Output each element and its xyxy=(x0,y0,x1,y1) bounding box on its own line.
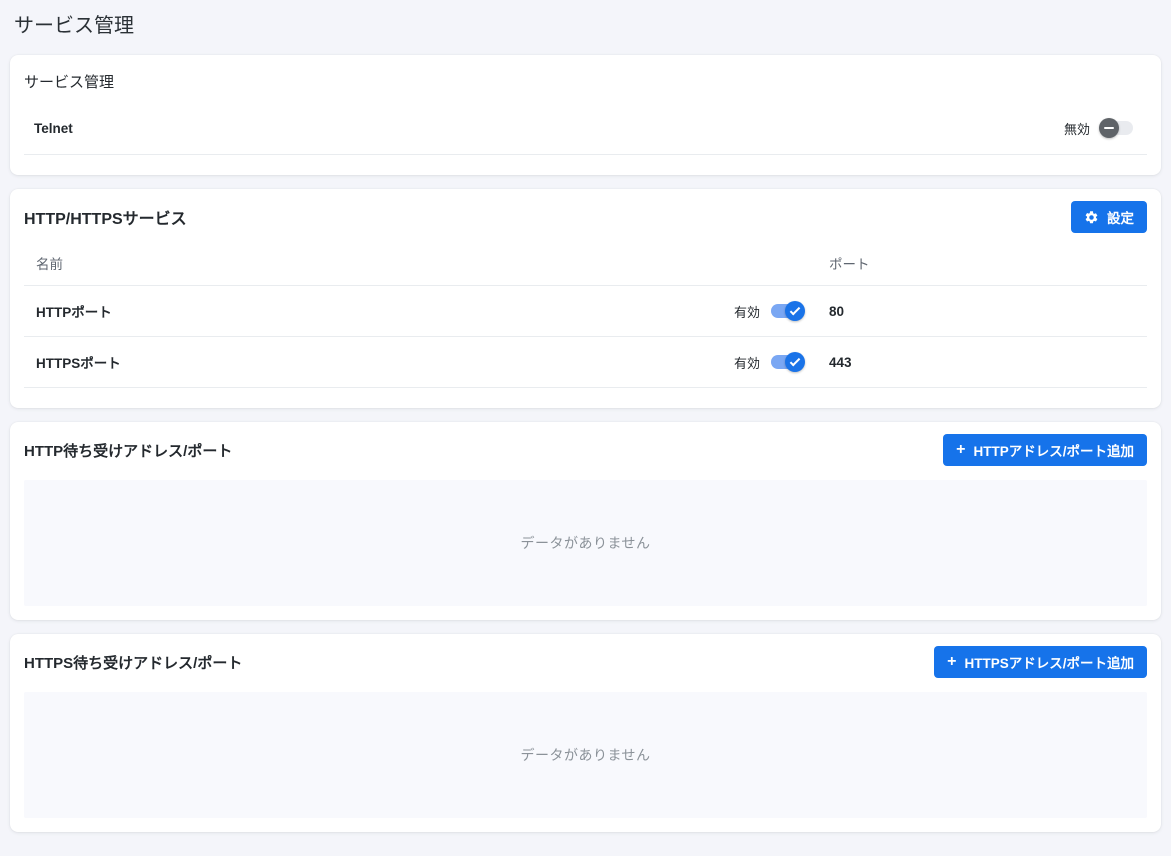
add-https-button-label: HTTPSアドレス/ポート追加 xyxy=(964,652,1134,672)
row-name-http: HTTPポート xyxy=(24,286,677,337)
http-listen-card: HTTP待ち受けアドレス/ポート + HTTPアドレス/ポート追加 データがあり… xyxy=(10,422,1161,620)
settings-button[interactable]: 設定 xyxy=(1071,201,1147,233)
https-toggle-group: 有効 xyxy=(689,352,805,372)
http-port-toggle[interactable] xyxy=(769,301,805,321)
toggle-knob xyxy=(785,352,805,372)
table-row-http-port: HTTPポート 有効 80 xyxy=(24,286,1147,337)
http-listen-title: HTTP待ち受けアドレス/ポート xyxy=(24,440,232,461)
service-card-title: サービス管理 xyxy=(24,69,1147,102)
service-name-telnet: Telnet xyxy=(34,121,73,136)
https-listen-card: HTTPS待ち受けアドレス/ポート + HTTPSアドレス/ポート追加 データが… xyxy=(10,634,1161,832)
http-https-service-header: HTTP/HTTPSサービス 設定 xyxy=(10,201,1161,233)
column-header-port: ポート xyxy=(817,243,1147,286)
toggle-knob xyxy=(785,301,805,321)
minus-icon xyxy=(1104,127,1114,129)
http-toggle-group: 有効 xyxy=(689,301,805,321)
service-management-page: サービス管理 サービス管理 Telnet 無効 HTTP/HTTPSサービス xyxy=(0,0,1171,856)
http-listen-empty-text: データがありません xyxy=(520,533,650,553)
https-listen-header: HTTPS待ち受けアドレス/ポート + HTTPSアドレス/ポート追加 xyxy=(24,646,1147,678)
check-icon xyxy=(790,304,801,315)
http-state-label: 有効 xyxy=(734,302,760,321)
table-header-row: 名前 ポート xyxy=(24,243,1147,286)
https-listen-empty-state: データがありません xyxy=(24,692,1147,818)
service-row-telnet: Telnet 無効 xyxy=(24,102,1147,155)
add-https-address-port-button[interactable]: + HTTPSアドレス/ポート追加 xyxy=(934,646,1147,678)
add-http-address-port-button[interactable]: + HTTPアドレス/ポート追加 xyxy=(943,434,1147,466)
check-icon xyxy=(790,355,801,366)
plus-icon: + xyxy=(956,442,965,458)
https-listen-empty-text: データがありません xyxy=(520,745,650,765)
row-port-https: 443 xyxy=(817,337,1147,388)
https-port-toggle[interactable] xyxy=(769,352,805,372)
page-title: サービス管理 xyxy=(14,12,1161,40)
table-row-https-port: HTTPSポート 有効 443 xyxy=(24,337,1147,388)
telnet-state-label: 無効 xyxy=(1064,119,1090,138)
column-header-toggle xyxy=(677,243,817,286)
telnet-toggle-group: 無効 xyxy=(1064,118,1135,138)
http-listen-empty-state: データがありません xyxy=(24,480,1147,606)
http-https-service-title: HTTP/HTTPSサービス xyxy=(24,205,187,229)
service-card: サービス管理 Telnet 無効 xyxy=(10,55,1161,175)
gear-icon xyxy=(1084,210,1099,225)
row-name-https: HTTPSポート xyxy=(24,337,677,388)
add-http-button-label: HTTPアドレス/ポート追加 xyxy=(974,440,1135,460)
row-toggle-cell-http: 有効 xyxy=(677,286,817,337)
toggle-knob xyxy=(1099,118,1119,138)
row-port-http: 80 xyxy=(817,286,1147,337)
http-listen-header: HTTP待ち受けアドレス/ポート + HTTPアドレス/ポート追加 xyxy=(24,434,1147,466)
https-listen-title: HTTPS待ち受けアドレス/ポート xyxy=(24,652,242,673)
http-https-service-card: HTTP/HTTPSサービス 設定 名前 ポート xyxy=(10,189,1161,408)
https-state-label: 有効 xyxy=(734,353,760,372)
column-header-name: 名前 xyxy=(24,243,677,286)
plus-icon: + xyxy=(947,654,956,670)
row-toggle-cell-https: 有効 xyxy=(677,337,817,388)
settings-button-label: 設定 xyxy=(1107,207,1134,227)
http-https-service-table: 名前 ポート HTTPポート 有効 xyxy=(24,243,1147,388)
telnet-toggle[interactable] xyxy=(1099,118,1135,138)
